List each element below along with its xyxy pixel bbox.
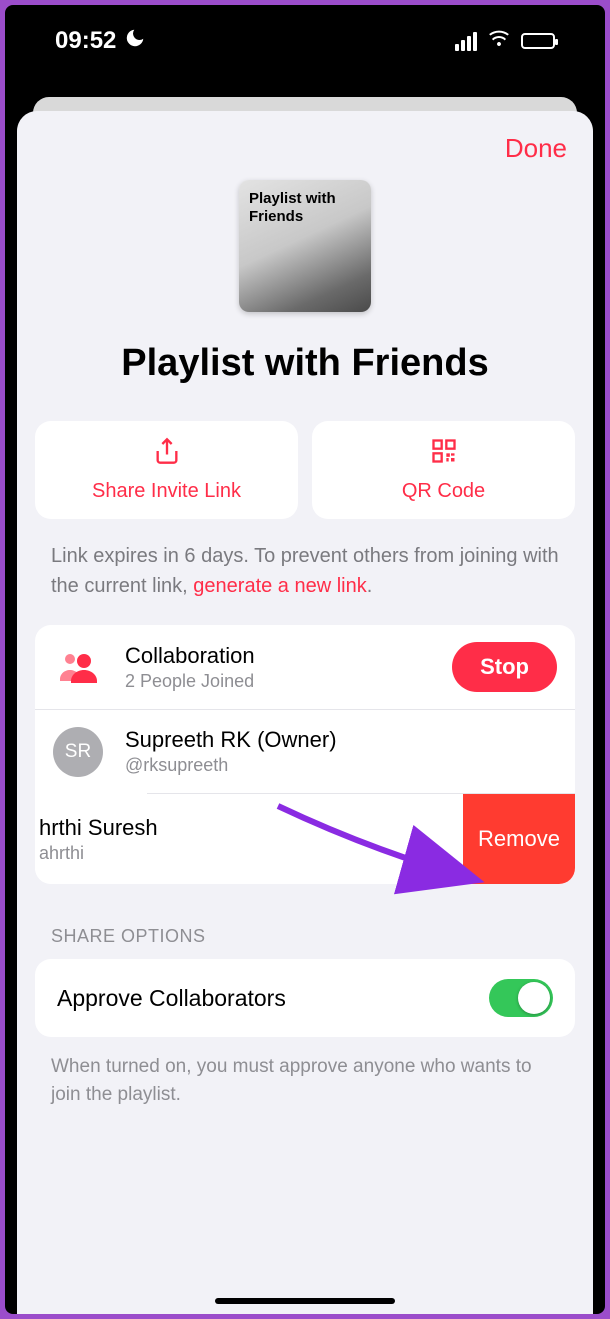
approve-label: Approve Collaborators bbox=[57, 985, 286, 1012]
sheet-stack: Done Playlist with Friends Playlist with… bbox=[5, 97, 605, 1314]
approve-collaborators-row: Approve Collaborators bbox=[35, 959, 575, 1037]
owner-texts: Supreeth RK (Owner) @rksupreeth bbox=[125, 727, 557, 776]
member-content: hrthi Suresh ahrthi bbox=[35, 794, 357, 884]
battery-icon bbox=[521, 33, 555, 49]
cellular-icon bbox=[455, 32, 477, 51]
qr-icon bbox=[430, 437, 458, 470]
artwork-container: Playlist with Friends bbox=[17, 176, 593, 312]
collab-joined: 2 People Joined bbox=[125, 671, 452, 692]
approve-help-text: When turned on, you must approve anyone … bbox=[17, 1037, 593, 1124]
share-options-header: SHARE OPTIONS bbox=[17, 884, 593, 959]
member-handle: ahrthi bbox=[39, 843, 357, 864]
owner-row[interactable]: SR Supreeth RK (Owner) @rksupreeth bbox=[35, 709, 575, 793]
share-buttons: Share Invite Link QR Code bbox=[17, 421, 593, 519]
dnd-moon-icon bbox=[124, 27, 146, 56]
status-bar: 09:52 bbox=[5, 5, 605, 77]
owner-handle: @rksupreeth bbox=[125, 755, 557, 776]
stop-button[interactable]: Stop bbox=[452, 642, 557, 692]
member-row[interactable]: hrthi Suresh ahrthi Remove bbox=[35, 794, 575, 884]
share-sheet: Done Playlist with Friends Playlist with… bbox=[17, 111, 593, 1314]
playlist-artwork: Playlist with Friends bbox=[239, 180, 371, 312]
done-button[interactable]: Done bbox=[505, 133, 567, 164]
generate-new-link[interactable]: generate a new link bbox=[193, 575, 366, 597]
qr-label: QR Code bbox=[402, 480, 485, 503]
member-name: hrthi Suresh bbox=[39, 815, 357, 841]
sheet-header: Done bbox=[17, 111, 593, 176]
home-indicator[interactable] bbox=[215, 1298, 395, 1304]
share-icon bbox=[153, 437, 181, 470]
owner-name: Supreeth RK (Owner) bbox=[125, 727, 557, 753]
device-frame: 09:52 Done Playlist with Friends Pl bbox=[5, 5, 605, 1314]
share-invite-link-button[interactable]: Share Invite Link bbox=[35, 421, 298, 519]
collab-texts: Collaboration 2 People Joined bbox=[125, 643, 452, 692]
people-icon bbox=[53, 642, 103, 692]
status-left: 09:52 bbox=[55, 27, 146, 56]
collaboration-header-row: Collaboration 2 People Joined Stop bbox=[35, 625, 575, 709]
wifi-icon bbox=[487, 26, 511, 56]
collab-title: Collaboration bbox=[125, 643, 452, 669]
help-suffix: . bbox=[367, 575, 373, 597]
status-right bbox=[455, 26, 555, 56]
link-expiry-text: Link expires in 6 days. To prevent other… bbox=[17, 519, 593, 625]
playlist-title: Playlist with Friends bbox=[17, 312, 593, 421]
remove-button[interactable]: Remove bbox=[463, 794, 575, 884]
approve-toggle[interactable] bbox=[489, 979, 553, 1017]
share-link-label: Share Invite Link bbox=[92, 480, 241, 503]
status-time: 09:52 bbox=[55, 27, 116, 55]
toggle-knob bbox=[518, 982, 550, 1014]
avatar: SR bbox=[53, 727, 103, 777]
collaboration-card: Collaboration 2 People Joined Stop SR Su… bbox=[35, 625, 575, 884]
artwork-text: Playlist with Friends bbox=[249, 190, 361, 226]
qr-code-button[interactable]: QR Code bbox=[312, 421, 575, 519]
